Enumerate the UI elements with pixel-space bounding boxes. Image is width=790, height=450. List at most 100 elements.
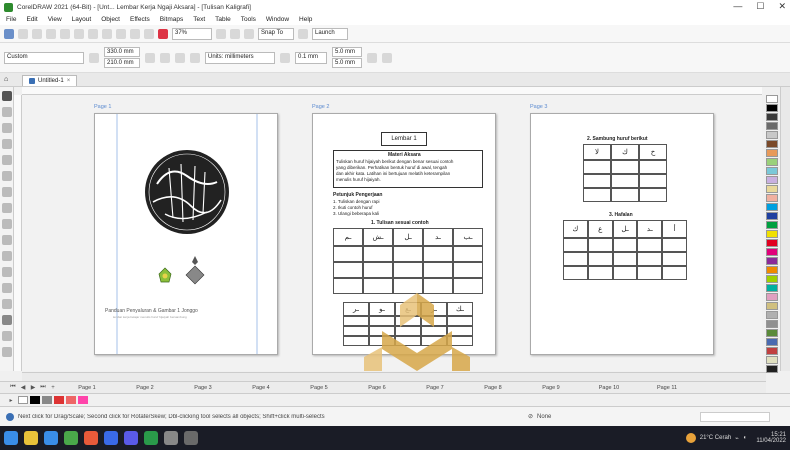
swatch-teal[interactable] bbox=[766, 284, 778, 292]
page-tab-11[interactable]: Page 11 bbox=[638, 383, 696, 393]
app-icon[interactable] bbox=[184, 431, 198, 445]
menu-view[interactable]: View bbox=[48, 16, 62, 23]
cut-icon[interactable] bbox=[60, 28, 70, 39]
chrome-icon[interactable] bbox=[84, 431, 98, 445]
add-page-button[interactable]: + bbox=[48, 383, 58, 393]
parallel-dimension-tool-icon[interactable] bbox=[2, 251, 12, 261]
doc-swatch-gray[interactable] bbox=[42, 396, 52, 404]
doc-swatch-white[interactable] bbox=[18, 396, 28, 404]
doc-swatch-red[interactable] bbox=[54, 396, 64, 404]
swatch-green[interactable] bbox=[766, 221, 778, 229]
page-tab-5[interactable]: Page 5 bbox=[290, 383, 348, 393]
swatch-gray-20[interactable] bbox=[766, 131, 778, 139]
network-icon[interactable]: ⌁ bbox=[735, 435, 739, 442]
units-select[interactable]: Units: millimeters bbox=[205, 51, 275, 64]
swatch-lavender[interactable] bbox=[766, 176, 778, 184]
nudge-distance-field[interactable]: 0.1 mm bbox=[295, 51, 327, 64]
menu-effects[interactable]: Effects bbox=[130, 16, 150, 23]
full-screen-icon[interactable] bbox=[216, 28, 226, 39]
page-preset-select[interactable]: Custom bbox=[4, 51, 84, 64]
export-icon[interactable] bbox=[144, 28, 154, 39]
launch-dropdown[interactable]: Launch bbox=[312, 27, 348, 40]
swatch-orange[interactable] bbox=[766, 149, 778, 157]
swatch-pink[interactable] bbox=[766, 293, 778, 301]
fill-indicator-icon[interactable]: ⊘ bbox=[528, 413, 533, 420]
drop-shadow-tool-icon[interactable] bbox=[2, 283, 12, 293]
swatch-gray-90[interactable] bbox=[766, 113, 778, 121]
page-tab-10[interactable]: Page 10 bbox=[580, 383, 638, 393]
last-page-button[interactable]: ⏭ bbox=[38, 383, 48, 393]
swatch-gray-30[interactable] bbox=[766, 311, 778, 319]
first-page-button[interactable]: ⏮ bbox=[8, 383, 18, 393]
menu-file[interactable]: File bbox=[6, 16, 16, 23]
page-3[interactable]: 2. Sambung huruf berikut لا ك خ 3. Hafal… bbox=[530, 113, 714, 355]
page-width-field[interactable]: 330.0 mm bbox=[104, 47, 140, 57]
swatch-khaki[interactable] bbox=[766, 302, 778, 310]
swatch-gray-95[interactable] bbox=[766, 365, 778, 373]
swatch-lime[interactable] bbox=[766, 275, 778, 283]
document-tab[interactable]: Untitled-1 × bbox=[22, 75, 78, 86]
doc-swatch-pink[interactable] bbox=[66, 396, 76, 404]
swatch-magenta[interactable] bbox=[766, 248, 778, 256]
minimize-button[interactable]: — bbox=[733, 1, 742, 12]
open-icon[interactable] bbox=[18, 28, 28, 39]
freehand-tool-icon[interactable] bbox=[2, 155, 12, 165]
welcome-home-icon[interactable]: ⌂ bbox=[4, 76, 8, 83]
task-view-icon[interactable] bbox=[44, 431, 58, 445]
swatch-sand[interactable] bbox=[766, 185, 778, 193]
store-icon[interactable] bbox=[124, 431, 138, 445]
publish-pdf-icon[interactable] bbox=[158, 28, 168, 39]
add-page-icon[interactable] bbox=[382, 52, 392, 63]
page-tab-3[interactable]: Page 3 bbox=[174, 383, 232, 393]
swatch-light-blue[interactable] bbox=[766, 167, 778, 175]
artistic-media-tool-icon[interactable] bbox=[2, 171, 12, 181]
color-eyedropper-tool-icon[interactable] bbox=[2, 315, 12, 325]
swatch-brown[interactable] bbox=[766, 140, 778, 148]
swatch-light-green[interactable] bbox=[766, 158, 778, 166]
menu-text[interactable]: Text bbox=[193, 16, 205, 23]
search-icon[interactable] bbox=[24, 431, 38, 445]
menu-edit[interactable]: Edit bbox=[26, 16, 37, 23]
drawing-canvas[interactable]: Page 1 Panduan Penyaluran & Gambar 1 Jon… bbox=[22, 95, 762, 371]
volume-icon[interactable]: ◖ bbox=[743, 435, 747, 441]
show-grid-icon[interactable] bbox=[244, 28, 254, 39]
page-height-field[interactable]: 210.0 mm bbox=[104, 58, 140, 68]
page-1[interactable]: Panduan Penyaluran & Gambar 1 Jonggo lem… bbox=[94, 113, 278, 355]
previous-page-button[interactable]: ◀ bbox=[18, 383, 28, 393]
menu-table[interactable]: Table bbox=[215, 16, 231, 23]
copy-icon[interactable] bbox=[74, 28, 84, 39]
treat-as-filled-icon[interactable] bbox=[367, 52, 377, 63]
swatch-red[interactable] bbox=[766, 239, 778, 247]
options-gear-icon[interactable] bbox=[298, 28, 308, 39]
weather-icon[interactable] bbox=[685, 433, 696, 443]
ellipse-tool-icon[interactable] bbox=[2, 203, 12, 213]
pick-tool-icon[interactable] bbox=[2, 91, 12, 101]
new-document-icon[interactable] bbox=[4, 28, 14, 39]
smart-fill-tool-icon[interactable] bbox=[2, 347, 12, 357]
swatch-gray-50[interactable] bbox=[766, 320, 778, 328]
horizontal-scrollbar[interactable] bbox=[22, 372, 766, 381]
swatch-white[interactable] bbox=[766, 95, 778, 103]
text-tool-icon[interactable] bbox=[2, 235, 12, 245]
page-tab-6[interactable]: Page 6 bbox=[348, 383, 406, 393]
vertical-scrollbar[interactable] bbox=[780, 87, 790, 371]
start-button-icon[interactable] bbox=[4, 431, 18, 445]
swatch-blue[interactable] bbox=[766, 212, 778, 220]
swatch-gray-70[interactable] bbox=[766, 122, 778, 130]
close-tab-icon[interactable]: × bbox=[67, 78, 71, 84]
menu-object[interactable]: Object bbox=[101, 16, 120, 23]
horizontal-ruler[interactable] bbox=[22, 87, 762, 95]
polygon-tool-icon[interactable] bbox=[2, 219, 12, 229]
page-tab-9[interactable]: Page 9 bbox=[522, 383, 580, 393]
menu-window[interactable]: Window bbox=[266, 16, 289, 23]
duplicate-x-field[interactable]: 5.0 mm bbox=[332, 47, 362, 57]
menu-tools[interactable]: Tools bbox=[241, 16, 256, 23]
swatch-cyan[interactable] bbox=[766, 203, 778, 211]
import-icon[interactable] bbox=[130, 28, 140, 39]
swatch-deep-orange[interactable] bbox=[766, 266, 778, 274]
menu-bitmaps[interactable]: Bitmaps bbox=[160, 16, 183, 23]
swatch-yellow[interactable] bbox=[766, 230, 778, 238]
duplicate-y-field[interactable]: 5.0 mm bbox=[332, 58, 362, 68]
show-rulers-icon[interactable] bbox=[230, 28, 240, 39]
print-icon[interactable] bbox=[46, 28, 56, 39]
